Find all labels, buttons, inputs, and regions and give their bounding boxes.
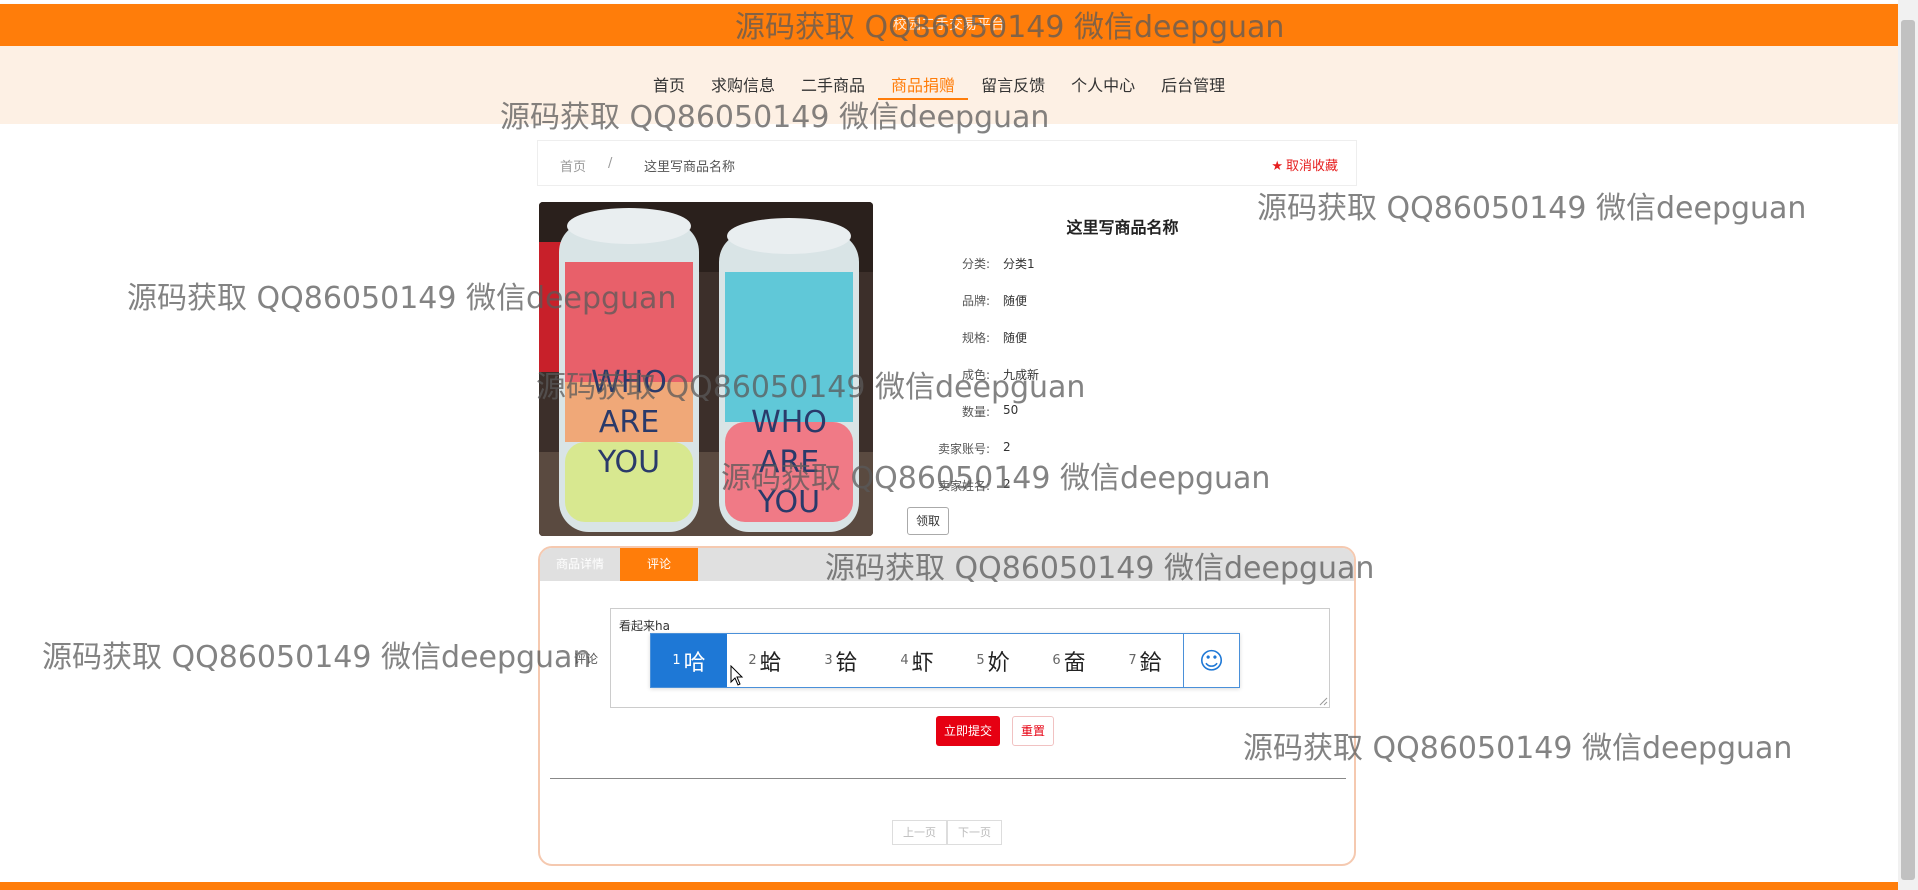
pagination: 上一页 下一页	[892, 820, 1002, 845]
top-header-bar: 校园二手交易平台	[0, 4, 1898, 46]
ime-candidate[interactable]: 3铪	[803, 634, 879, 687]
claim-button[interactable]: 领取	[907, 507, 949, 535]
info-value: 随便	[1003, 331, 1028, 345]
ime-candidate-number: 5	[976, 653, 985, 668]
tab-product-details[interactable]: 商品详情	[540, 548, 620, 581]
ime-candidate-number: 1	[672, 653, 681, 668]
info-label: 数量:	[961, 405, 990, 419]
ime-candidate[interactable]: 4虾	[879, 634, 955, 687]
info-row-spec: 规格: 随便	[905, 329, 1205, 349]
watermark: 源码获取 QQ86050149 微信deepguan	[1257, 191, 1807, 226]
ime-candidate-number: 7	[1128, 653, 1137, 668]
product-image: WHO ARE YOU WHO ARE YOU	[539, 202, 873, 536]
info-label: 品牌:	[961, 294, 990, 308]
info-label: 分类:	[961, 257, 990, 271]
info-value: 50	[1003, 403, 1019, 417]
info-value: 2	[1003, 477, 1011, 491]
star-icon: ★	[1271, 159, 1283, 174]
info-row-seller-name: 卖家姓名: 2	[905, 477, 1205, 497]
info-label: 成色:	[961, 368, 990, 382]
ime-candidate[interactable]: 6奤	[1031, 634, 1107, 687]
nav-item-donation[interactable]: 商品捐赠	[878, 74, 969, 100]
image-text-are-right: ARE	[759, 445, 819, 480]
ime-candidate-char: 奤	[1063, 650, 1086, 676]
breadcrumb: 首页 / 这里写商品名称 ★ 取消收藏	[537, 140, 1357, 186]
emoji-icon[interactable]: ☺	[1183, 634, 1239, 687]
info-row-quantity: 数量: 50	[905, 403, 1205, 423]
product-name: 这里写商品名称	[1066, 218, 1179, 237]
breadcrumb-current: 这里写商品名称	[644, 160, 736, 175]
nav-item-wanted[interactable]: 求购信息	[698, 74, 788, 100]
nav-item-feedback[interactable]: 留言反馈	[968, 74, 1058, 100]
comment-text: 看起来ha	[619, 619, 670, 633]
resize-handle-icon[interactable]	[1318, 696, 1328, 706]
scrollbar-thumb[interactable]	[1901, 20, 1915, 880]
info-label: 卖家姓名:	[937, 479, 990, 493]
unfavorite-label: 取消收藏	[1285, 159, 1338, 174]
ime-candidate[interactable]: 7鉿	[1107, 634, 1183, 687]
info-value: 2	[1003, 440, 1011, 454]
scrollbar[interactable]	[1898, 0, 1918, 890]
info-row-seller-account: 卖家账号: 2	[905, 440, 1205, 460]
ime-candidate-number: 2	[748, 653, 757, 668]
unfavorite-button[interactable]: ★ 取消收藏	[1271, 155, 1338, 174]
ime-candidate[interactable]: 1哈	[651, 634, 727, 687]
submit-button[interactable]: 立即提交	[936, 716, 1000, 746]
nav-item-admin[interactable]: 后台管理	[1148, 74, 1238, 100]
divider	[550, 778, 1346, 779]
breadcrumb-separator: /	[608, 156, 613, 171]
ime-candidate-char: 鉿	[1139, 650, 1162, 676]
ime-candidate-char: 铪	[835, 650, 858, 676]
ime-candidate-number: 6	[1052, 653, 1061, 668]
image-text-you-right: YOU	[757, 485, 820, 520]
ime-candidate-char: 哈	[683, 650, 706, 676]
info-value: 分类1	[1003, 257, 1035, 271]
next-page-button[interactable]: 下一页	[947, 820, 1002, 845]
info-row-brand: 品牌: 随便	[905, 292, 1205, 312]
image-text-who-left: WHO	[591, 365, 667, 400]
nav-item-home[interactable]: 首页	[640, 74, 698, 100]
watermark: 源码获取 QQ86050149 微信deepguan	[42, 640, 592, 675]
ime-candidate-char: 蛤	[759, 650, 782, 676]
info-row-category: 分类: 分类1	[905, 255, 1205, 275]
mouse-cursor-icon	[730, 665, 744, 686]
image-text-you-left: YOU	[597, 445, 660, 480]
info-value: 随便	[1003, 294, 1028, 308]
ime-candidate[interactable]: 5妎	[955, 634, 1031, 687]
image-text-are-left: ARE	[599, 405, 659, 440]
info-value: 九成新	[1003, 368, 1040, 382]
site-title: 校园二手交易平台	[893, 17, 1005, 33]
comment-label: 评论	[574, 652, 599, 666]
tab-comments[interactable]: 评论	[620, 548, 698, 581]
info-label: 卖家账号:	[937, 442, 990, 456]
tabs-panel: 商品详情 评论 评论 看起来ha 1哈 2蛤 3铪 4虾 5妎 6奤 7鉿 ☺ …	[538, 546, 1356, 866]
info-label: 规格:	[961, 331, 990, 345]
footer-bar	[0, 882, 1918, 890]
nav-item-profile[interactable]: 个人中心	[1058, 74, 1148, 100]
nav-bar: 首页 求购信息 二手商品 商品捐赠 留言反馈 个人中心 后台管理	[0, 46, 1898, 124]
product-photo: WHO ARE YOU WHO ARE YOU	[539, 202, 873, 536]
reset-button[interactable]: 重置	[1012, 716, 1054, 746]
ime-candidate-number: 3	[824, 653, 833, 668]
ime-candidate-char: 妎	[987, 650, 1010, 676]
image-text-who-right: WHO	[751, 405, 827, 440]
page: 校园二手交易平台 首页 求购信息 二手商品 商品捐赠 留言反馈 个人中心 后台管…	[0, 0, 1918, 890]
breadcrumb-home-link[interactable]: 首页	[560, 156, 586, 175]
nav-item-secondhand[interactable]: 二手商品	[788, 74, 878, 100]
ime-candidate-number: 4	[900, 653, 909, 668]
ime-candidate-char: 虾	[911, 650, 934, 676]
info-row-condition: 成色: 九成新	[905, 366, 1205, 386]
tabs-header: 商品详情 评论	[540, 548, 1354, 581]
main-nav: 首页 求购信息 二手商品 商品捐赠 留言反馈 个人中心 后台管理	[640, 74, 1238, 100]
prev-page-button[interactable]: 上一页	[892, 820, 947, 845]
